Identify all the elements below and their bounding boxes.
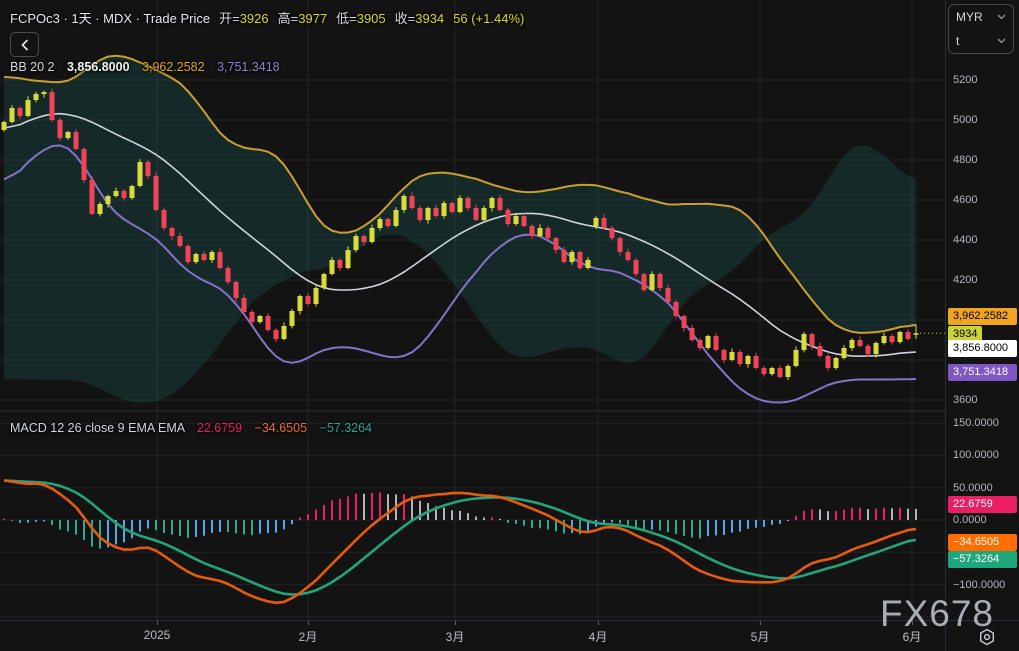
close-value: 3934 bbox=[415, 11, 445, 26]
currency-dropdown[interactable]: MYR bbox=[949, 5, 1013, 29]
trading-chart-app: FCPOc3 · 1天 · MDX · Trade Price 开=3926 高=3… bbox=[0, 0, 1019, 651]
currency-value: MYR bbox=[956, 10, 983, 24]
low-label: 低= bbox=[336, 11, 357, 26]
bb-lower-value: 3,751.3418 bbox=[217, 60, 280, 74]
axis-tick: 5000 bbox=[953, 114, 978, 126]
high-label: 高= bbox=[277, 11, 299, 26]
symbol-header: FCPOc3 · 1天 · MDX · Trade Price 开=3926 高=3… bbox=[10, 8, 524, 27]
macd-hist-value: 22.6759 bbox=[196, 421, 243, 435]
time-label: 4月 bbox=[588, 630, 608, 644]
axis-tick: 150.0000 bbox=[953, 417, 999, 430]
main-chart[interactable] bbox=[0, 0, 945, 620]
time-tick bbox=[157, 621, 158, 625]
axis-tick: −100.0000 bbox=[953, 578, 1006, 591]
chevron-left-icon bbox=[20, 38, 28, 51]
time-label: 2月 bbox=[298, 630, 318, 644]
unit-dropdown[interactable]: t bbox=[949, 29, 1013, 53]
axis-tick: 5200 bbox=[953, 74, 978, 86]
macd-label: MACD 12 26 close 9 EMA EMA bbox=[10, 421, 185, 435]
chevron-down-icon bbox=[997, 38, 1006, 44]
time-axis[interactable]: 2025 2月 3月 4月 5月 6月 bbox=[0, 620, 1019, 651]
axis-tick: 0.0000 bbox=[953, 514, 987, 526]
open-label: 开= bbox=[219, 11, 240, 26]
symbol-title[interactable]: FCPOc3 · 1天 · MDX · Trade Price bbox=[10, 11, 210, 26]
time-label: 5月 bbox=[750, 630, 770, 644]
high-value: 3977 bbox=[298, 11, 328, 26]
unit-value: t bbox=[956, 34, 960, 48]
price-chip: 3,751.3418 bbox=[948, 364, 1017, 382]
bb-basis-value: 3,856.8000 bbox=[66, 60, 130, 74]
macd-indicator-row[interactable]: MACD 12 26 close 9 EMA EMA 22.6759 −34.6… bbox=[10, 421, 372, 435]
back-button[interactable] bbox=[10, 32, 39, 57]
time-tick bbox=[308, 621, 309, 625]
axis-tick: 100.0000 bbox=[953, 449, 999, 462]
price-axis[interactable]: 5200 5000 4800 4600 4400 4200 3600 150.0000 100.… bbox=[945, 0, 1019, 620]
watermark: FX678 bbox=[879, 593, 994, 634]
macd-line-value: −34.6505 bbox=[254, 421, 308, 435]
time-label: 3月 bbox=[445, 630, 465, 644]
time-tick bbox=[455, 621, 456, 625]
price-chip: −34.6505 bbox=[948, 533, 1017, 551]
low-value: 3905 bbox=[356, 11, 386, 26]
price-chip: 3,856.8000 bbox=[948, 340, 1017, 358]
price-chip: 3,962.2582 bbox=[948, 308, 1017, 326]
price-chip: 22.6759 bbox=[948, 495, 1017, 513]
axis-tick: 4800 bbox=[953, 154, 978, 166]
change-value: 56 (+1.44%) bbox=[453, 11, 525, 26]
chevron-down-icon bbox=[997, 14, 1006, 20]
axis-tick: 4400 bbox=[953, 234, 978, 246]
time-label: 2025 bbox=[143, 628, 171, 642]
price-chip: −57.3264 bbox=[948, 550, 1017, 568]
axis-tick: 4200 bbox=[953, 274, 978, 286]
open-value: 3926 bbox=[239, 11, 269, 26]
bb-label: BB 20 2 bbox=[10, 60, 55, 74]
time-tick bbox=[598, 621, 599, 625]
bb-indicator-row[interactable]: BB 20 2 3,856.8000 3,962.2582 3,751.3418 bbox=[10, 60, 280, 74]
bb-upper-value: 3,962.2582 bbox=[142, 60, 205, 74]
time-tick bbox=[760, 621, 761, 625]
axis-tick: 4600 bbox=[953, 194, 978, 206]
macd-signal-value: −57.3264 bbox=[319, 421, 372, 435]
close-label: 收= bbox=[394, 11, 416, 26]
axis-tick: 50.0000 bbox=[953, 481, 993, 494]
axis-tick: 3600 bbox=[953, 394, 978, 406]
currency-unit-box: MYR t bbox=[948, 4, 1014, 54]
